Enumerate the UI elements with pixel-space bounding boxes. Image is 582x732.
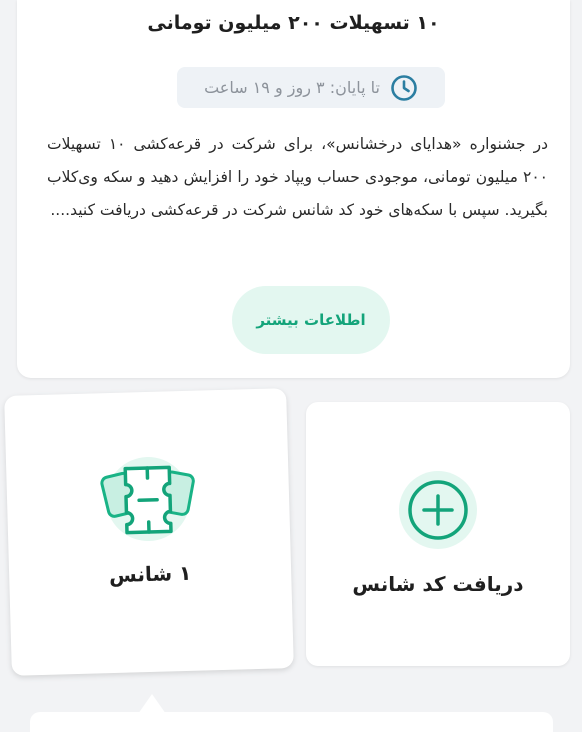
campaign-description: در جشنواره «هدایای درخشانس»، برای شرکت د…: [47, 128, 548, 227]
get-chance-code-card[interactable]: دریافت کد شانس: [306, 402, 570, 666]
chances-card[interactable]: ۱ شانس: [4, 388, 294, 676]
bottom-panel: [30, 712, 553, 732]
more-info-button[interactable]: اطلاعات بیشتر: [232, 286, 390, 354]
campaign-title: ۱۰ تسهیلات ۲۰۰ میلیون تومانی: [17, 12, 570, 34]
ticket-icon: [92, 452, 204, 545]
get-chance-code-label: دریافت کد شانس: [306, 572, 570, 596]
tooltip-pointer: [138, 694, 166, 714]
clock-icon: [390, 74, 418, 102]
chances-count: ۱ شانس: [9, 558, 292, 590]
plus-circle-icon: [398, 470, 478, 550]
deadline-badge: تا پایان: ۳ روز و ۱۹ ساعت: [177, 67, 445, 108]
deadline-text: تا پایان: ۳ روز و ۱۹ ساعت: [204, 78, 380, 97]
campaign-card: ۱۰ تسهیلات ۲۰۰ میلیون تومانی تا پایان: ۳…: [17, 0, 570, 378]
